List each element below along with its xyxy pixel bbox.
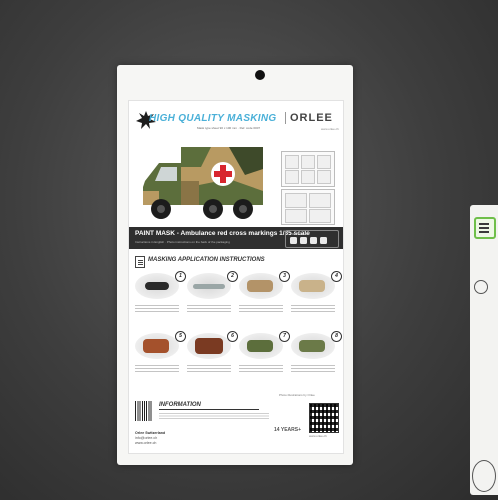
step-2: 2 [187,271,238,329]
instructions-header: MASKING APPLICATION INSTRUCTIONS [135,256,335,268]
banner-subtitle: Instructions in English · Photo instruct… [135,240,230,244]
product-card: HIGH QUALITY MASKING Mask type sheet 90 … [128,100,344,454]
step-4: 4 [291,271,342,329]
facebook-icon [320,237,327,244]
ambulance-illustration [143,147,263,219]
product-title: HIGH QUALITY MASKING [149,113,277,124]
age-rating: 14 YEARS+ [274,427,302,433]
side-hand-icon [472,460,496,492]
mask-sheet-bottom [281,189,335,225]
brand-website: www.orlee.ch [321,127,339,131]
address-web: www.orlee.ch [135,441,157,445]
company-address: Orlee Switzerland info@orlee.ch www.orle… [135,431,215,446]
photo-credit: Photo illustrations by Orlee [279,393,315,397]
brand-logo: ORLEE [285,112,333,124]
mask-sheet-top [281,151,335,187]
packaging-bag: HIGH QUALITY MASKING Mask type sheet 90 … [117,65,353,465]
side-circle-icon [474,280,488,294]
document-icon [474,217,496,239]
instructions-icon [135,256,145,268]
step-6: 6 [187,331,238,389]
follow-us-label: FOLLOW US [290,232,308,236]
step-7: 7 [239,331,290,389]
qr-url: www.orlee.ch [309,434,327,438]
information-title: INFORMATION [159,402,259,410]
youtube-icon [300,237,307,244]
step-1: 1 [135,271,186,329]
step-5: 5 [135,331,186,389]
card-header: HIGH QUALITY MASKING Mask type sheet 90 … [129,109,343,137]
information-section: INFORMATION [135,401,285,421]
instruction-steps: 1 2 3 4 5 6 7 8 [135,271,342,393]
side-panel [470,205,498,495]
banner-title: PAINT MASK - Ambulance red cross marking… [135,230,310,237]
product-artwork [129,141,343,233]
hang-hole [255,70,265,80]
step-3: 3 [239,271,290,329]
barcode [135,401,153,421]
step-8: 8 [291,331,342,389]
email-icon [310,237,317,244]
instagram-icon [290,237,297,244]
information-text [159,413,269,414]
qr-code [309,403,339,433]
product-banner: PAINT MASK - Ambulance red cross marking… [129,227,343,249]
instructions-title: MASKING APPLICATION INSTRUCTIONS [148,257,265,263]
product-subtitle: Mask type sheet 90 x 100 mm · Ref. code … [197,126,261,130]
follow-us-box: FOLLOW US [285,230,339,248]
photo-scene: HIGH QUALITY MASKING Mask type sheet 90 … [0,0,498,500]
